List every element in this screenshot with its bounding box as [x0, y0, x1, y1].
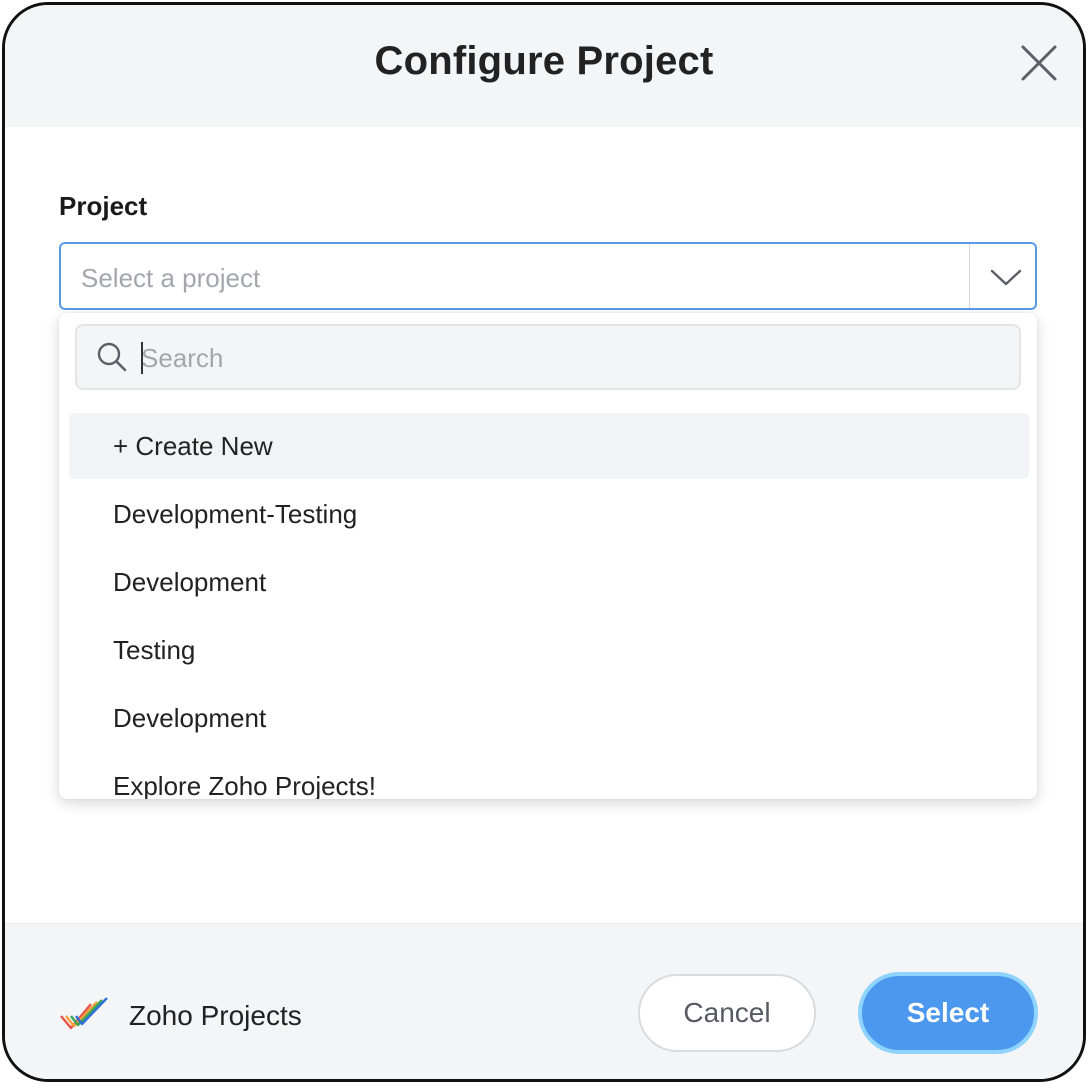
- brand-name: Zoho Projects: [129, 1000, 302, 1031]
- option-project[interactable]: Explore Zoho Projects!: [69, 753, 1029, 799]
- dialog-footer: Zoho Projects Cancel Select: [5, 923, 1083, 1079]
- search-input[interactable]: [141, 340, 1001, 376]
- project-dropdown: + Create New Development-Testing Develop…: [59, 313, 1037, 799]
- select-button[interactable]: Select: [858, 972, 1038, 1054]
- option-label: + Create New: [113, 431, 273, 461]
- dialog-title: Configure Project: [374, 39, 714, 83]
- search-icon: [97, 342, 127, 372]
- option-project[interactable]: Development: [69, 685, 1029, 751]
- project-options-list: + Create New Development-Testing Develop…: [69, 413, 1029, 799]
- option-project[interactable]: Development: [69, 549, 1029, 615]
- zoho-projects-logo-icon: [60, 997, 108, 1030]
- option-label: Development: [113, 567, 267, 597]
- project-select[interactable]: Select a project: [59, 242, 1037, 310]
- dialog-header: Configure Project: [5, 5, 1083, 127]
- project-field-label: Project: [59, 191, 148, 221]
- select-toggle[interactable]: [989, 264, 1023, 290]
- option-project[interactable]: Development-Testing: [69, 481, 1029, 547]
- option-project[interactable]: Testing: [69, 617, 1029, 683]
- select-divider: [969, 244, 970, 308]
- chevron-down-icon: [990, 269, 1022, 286]
- configure-project-dialog: Configure Project Project Select a proje…: [2, 2, 1086, 1082]
- option-label: Testing: [113, 635, 196, 665]
- cancel-button[interactable]: Cancel: [638, 974, 816, 1052]
- option-label: Explore Zoho Projects!: [113, 771, 377, 799]
- close-button[interactable]: [1017, 41, 1061, 85]
- option-create-new[interactable]: + Create New: [69, 413, 1029, 479]
- dropdown-search-box[interactable]: [75, 324, 1021, 390]
- text-cursor: [141, 342, 143, 374]
- option-label: Development: [113, 703, 267, 733]
- project-select-placeholder: Select a project: [81, 263, 261, 293]
- option-label: Development-Testing: [113, 499, 358, 529]
- close-icon: [1021, 45, 1057, 81]
